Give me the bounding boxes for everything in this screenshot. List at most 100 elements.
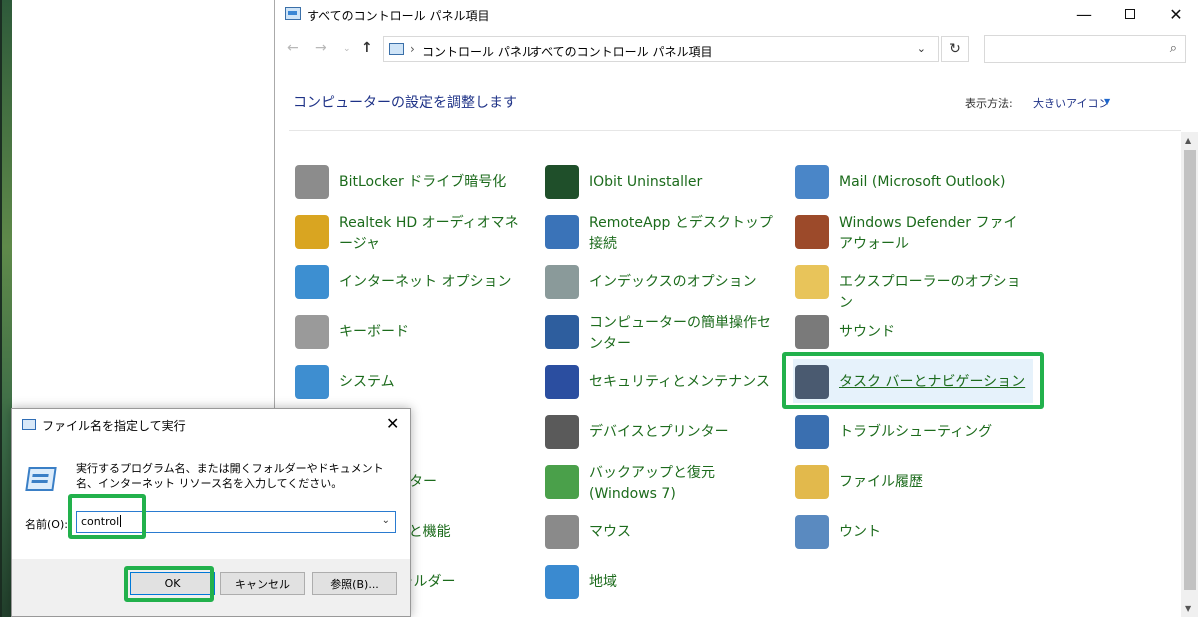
run-dialog-title: ファイル名を指定して実行 [42,419,186,433]
ease-of-access-icon [545,315,579,349]
breadcrumb-separator-icon: › [516,42,521,56]
control-panel-item[interactable]: キーボード [293,309,533,353]
close-icon: ✕ [1169,4,1183,24]
vertical-scrollbar[interactable]: ▲ ▼ [1181,132,1198,617]
control-panel-item[interactable]: Realtek HD オーディオマネージャ [293,209,533,253]
control-panel-item-label: Realtek HD オーディオマネージャ [339,215,519,252]
internet-options-icon [295,265,329,299]
file-history-icon [795,465,829,499]
firewall-icon [795,215,829,249]
scrollbar-thumb[interactable] [1184,150,1196,590]
control-panel-item[interactable]: マウス [543,509,783,553]
page-title: コンピューターの設定を調整します [293,95,517,111]
ok-highlight-box [124,566,214,602]
control-panel-item[interactable]: バックアップと復元 (Windows 7) [543,459,783,503]
control-panel-item[interactable]: Mail (Microsoft Outlook) [793,159,1033,203]
control-panel-item-label: Windows Defender ファイアウォール [839,215,1018,252]
control-panel-item-label: セキュリティとメンテナンス [589,374,770,390]
control-panel-item[interactable]: BitLocker ドライブ暗号化 [293,159,533,203]
recent-locations-chevron-icon[interactable]: ⌄ [343,44,351,54]
system-icon [295,365,329,399]
run-history-chevron-icon[interactable]: ⌄ [382,515,390,526]
navigation-bar: ← → ⌄ ↑ › コントロール パネル › すべてのコントロール パネル項目 … [275,32,1198,66]
control-panel-item-label: 地域 [589,574,617,590]
control-panel-item-label: インターネット オプション [339,274,512,290]
control-panel-item[interactable]: システム [293,359,533,403]
folder-options-icon [795,265,829,299]
address-dropdown-chevron-icon[interactable]: ⌄ [917,42,926,55]
control-panel-item[interactable]: セキュリティとメンテナンス [543,359,783,403]
search-icon: ⌕ [1169,41,1177,56]
desktop-edge [0,0,2,617]
view-by-dropdown-icon[interactable]: ▼ [1104,97,1110,106]
maximize-button[interactable] [1107,0,1153,28]
security-flag-icon [545,365,579,399]
up-arrow-icon[interactable]: ↑ [361,40,373,56]
address-bar[interactable]: › コントロール パネル › すべてのコントロール パネル項目 ⌄ [383,36,939,62]
region-icon [545,565,579,599]
close-button[interactable]: ✕ [1153,0,1198,28]
control-panel-window: すべてのコントロール パネル項目 — ✕ ← → ⌄ ↑ › コントロール パネ… [274,0,1198,617]
control-panel-item-label: ファイル履歴 [839,474,923,490]
breadcrumb-separator-icon: › [410,42,415,56]
control-panel-item-label: ウント [839,524,881,540]
control-panel-item[interactable]: コンピューターの簡単操作センター [543,309,783,353]
back-arrow-icon[interactable]: ← [287,40,299,56]
view-by-selector[interactable]: 大きいアイコン [1033,95,1109,111]
header-divider [289,130,1181,131]
control-panel-item-label: エクスプローラーのオプション [839,274,1021,311]
control-panel-item-label: デバイスとプリンター [589,424,729,440]
control-panel-icon [285,7,301,20]
taskbar-item-highlight-box [782,352,1044,409]
control-panel-item-label: Mail (Microsoft Outlook) [839,174,1006,190]
run-dialog-description: 実行するプログラム名、または開くフォルダーやドキュメント名、インターネット リソ… [76,462,384,490]
minimize-button[interactable]: — [1061,0,1107,28]
search-input[interactable]: ⌕ [984,35,1186,63]
forward-arrow-icon[interactable]: → [315,40,327,56]
control-panel-item[interactable]: デバイスとプリンター [543,409,783,453]
run-program-icon [25,467,57,491]
bitlocker-icon [295,165,329,199]
mail-icon [795,165,829,199]
control-panel-item[interactable]: サウンド [793,309,1033,353]
refresh-button[interactable]: ↻ [941,36,969,62]
run-dialog-close-icon[interactable]: ✕ [386,414,399,433]
title-bar[interactable]: すべてのコントロール パネル項目 — ✕ [275,0,1198,30]
minimize-icon: — [1076,4,1092,24]
control-panel-item-label: サウンド [839,324,895,340]
user-accounts-icon [795,515,829,549]
control-panel-item[interactable]: トラブルシューティング [793,409,1033,453]
control-panel-item-label: コンピューターの簡単操作センター [589,315,771,352]
run-name-label: 名前(O): [25,518,68,531]
control-panel-small-icon [389,43,404,55]
control-panel-item[interactable]: エクスプローラーのオプション [793,259,1033,311]
troubleshoot-icon [795,415,829,449]
mouse-icon [545,515,579,549]
control-panel-item[interactable]: RemoteApp とデスクトップ接続 [543,209,783,253]
control-panel-item[interactable]: ファイル履歴 [793,459,1033,503]
control-panel-item-label: システム [339,374,395,390]
realtek-icon [295,215,329,249]
control-panel-item-label: インデックスのオプション [589,274,757,290]
indexing-icon [545,265,579,299]
control-panel-item[interactable]: IObit Uninstaller [543,159,783,203]
control-panel-item-label: マウス [589,524,631,540]
control-panel-item-label: BitLocker ドライブ暗号化 [339,174,507,190]
view-by-label: 表示方法: [965,97,1013,110]
scroll-up-icon[interactable]: ▲ [1185,136,1191,145]
browse-button[interactable]: 参照(B)... [312,572,397,595]
control-panel-item-label: トラブルシューティング [839,424,993,440]
devices-printers-icon [545,415,579,449]
control-panel-item[interactable]: Windows Defender ファイアウォール [793,209,1033,253]
control-panel-item-label: IObit Uninstaller [589,174,703,190]
control-panel-item[interactable]: インデックスのオプション [543,259,783,303]
scroll-down-icon[interactable]: ▼ [1185,604,1191,613]
control-panel-item-label: バックアップと復元 (Windows 7) [589,465,715,502]
control-panel-item[interactable]: ウント [793,509,1033,553]
control-panel-item[interactable]: 地域 [543,559,783,603]
cancel-button[interactable]: キャンセル [220,572,305,595]
breadcrumb-all-items[interactable]: すべてのコントロール パネル項目 [530,43,713,60]
control-panel-item[interactable]: インターネット オプション [293,259,533,303]
refresh-icon: ↻ [949,41,961,57]
run-icon [22,419,36,430]
